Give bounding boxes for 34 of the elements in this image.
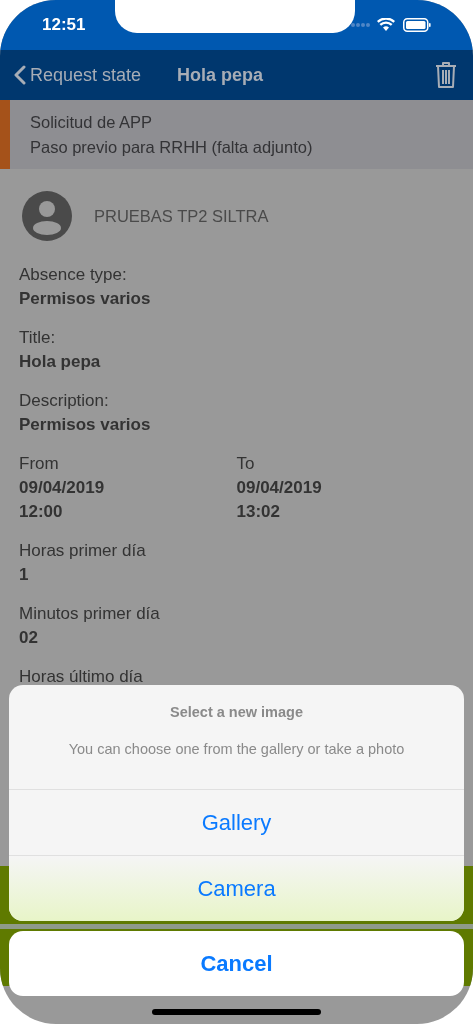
field-label: Minutos primer día xyxy=(19,603,161,625)
screen-title: Hola pepa xyxy=(177,63,264,87)
back-button[interactable]: Request state xyxy=(14,61,142,89)
status-time: 12:51 xyxy=(42,14,86,37)
signal-icon xyxy=(351,22,371,28)
field-value: 1 xyxy=(19,564,30,586)
field-label: To xyxy=(236,453,256,475)
field-value: 09/04/2019 xyxy=(236,477,323,499)
trash-icon xyxy=(435,61,457,89)
field-value: Permisos varios xyxy=(19,414,152,436)
sheet-message: You can choose one from the gallery or take a photo xyxy=(68,739,405,759)
field-label: Horas primer día xyxy=(19,540,147,562)
user-name: PRUEBAS TP2 SILTRA xyxy=(94,205,269,227)
sheet-action-button[interactable]: Gallery xyxy=(9,788,464,855)
trash-button[interactable] xyxy=(433,59,459,91)
field-label: Title: xyxy=(19,327,57,349)
sheet-title: Select a new image xyxy=(170,703,303,722)
wifi-icon xyxy=(377,18,395,32)
field-value: 12:00 xyxy=(19,501,64,523)
field-value: Permisos varios xyxy=(19,288,152,310)
field-value: Hola pepa xyxy=(19,351,102,373)
sheet-action-button[interactable]: Camera xyxy=(9,854,464,921)
battery-icon xyxy=(403,18,431,32)
field-label: Horas último día xyxy=(19,666,144,688)
cancel-button[interactable]: Cancel xyxy=(9,930,464,996)
field-label: From xyxy=(19,453,60,475)
field-label: Description: xyxy=(19,390,110,412)
chevron-left-icon xyxy=(14,65,26,85)
field-label: Absence type: xyxy=(19,264,128,286)
field-value: 09/04/2019 xyxy=(19,477,106,499)
field-value: 02 xyxy=(19,627,39,649)
field-value: 13:02 xyxy=(236,501,281,523)
status-banner: Solicitud de APP Paso previo para RRHH (falta adjunto) xyxy=(0,100,473,169)
avatar-icon xyxy=(22,191,72,241)
